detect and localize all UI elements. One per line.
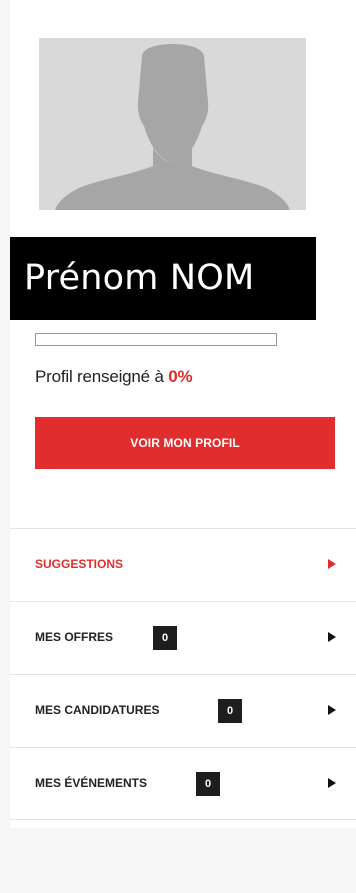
profile-completion-value: 0% bbox=[168, 367, 193, 386]
caret-right-icon bbox=[328, 705, 336, 715]
count-badge: 0 bbox=[196, 772, 220, 796]
view-profile-button[interactable]: VOIR MON PROFIL bbox=[35, 417, 335, 469]
menu-item-suggestions[interactable]: SUGGESTIONS bbox=[10, 528, 356, 601]
profile-completion-label: Profil renseigné à bbox=[35, 367, 169, 386]
menu-item-mes-candidatures[interactable]: MES CANDIDATURES 0 bbox=[10, 674, 356, 747]
menu-item-mes-evenements[interactable]: MES ÉVÉNEMENTS 0 bbox=[10, 747, 356, 820]
count-badge: 0 bbox=[218, 699, 242, 723]
avatar bbox=[39, 38, 306, 210]
user-name: Prénom NOM bbox=[10, 237, 316, 320]
menu-item-label: SUGGESTIONS bbox=[35, 557, 124, 571]
count-badge: 0 bbox=[153, 626, 177, 650]
profile-progress-bar bbox=[35, 333, 277, 346]
menu-item-mes-offres[interactable]: MES OFFRES 0 bbox=[10, 601, 356, 674]
caret-right-icon bbox=[328, 778, 336, 788]
caret-right-icon bbox=[328, 632, 336, 642]
default-user-silhouette-icon bbox=[39, 38, 306, 210]
menu-item-label: MES ÉVÉNEMENTS bbox=[35, 776, 148, 790]
profile-completion-text: Profil renseigné à 0% bbox=[35, 367, 193, 387]
menu-item-label: MES CANDIDATURES bbox=[35, 703, 160, 717]
profile-sidebar: Prénom NOM Profil renseigné à 0% VOIR MO… bbox=[10, 0, 356, 828]
caret-right-icon bbox=[328, 559, 336, 569]
sidebar-menu: SUGGESTIONS MES OFFRES 0 MES CANDIDATURE… bbox=[10, 528, 356, 820]
menu-item-label: MES OFFRES bbox=[35, 630, 114, 644]
